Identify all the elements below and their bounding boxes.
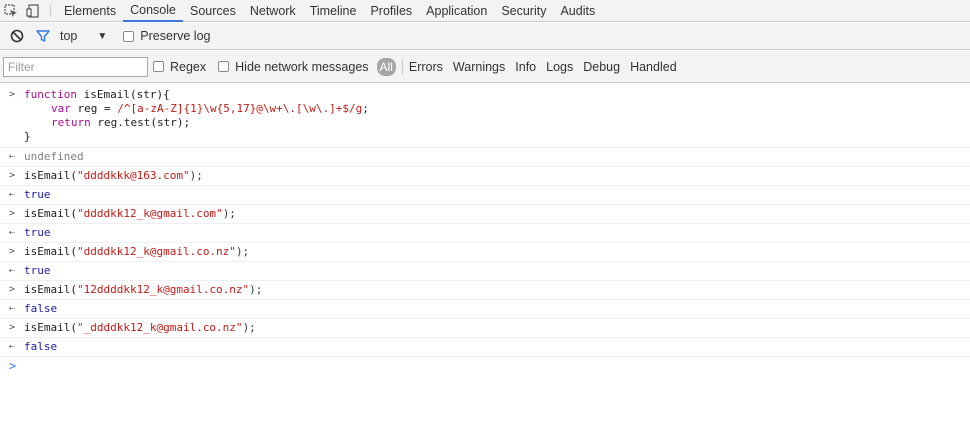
string-literal: "12ddddkk12_k@gmail.co.nz": [76, 283, 250, 296]
result-arrow-icon: ⇠: [9, 227, 16, 238]
console-result-message: ⇠ true: [0, 262, 970, 281]
result-value: true: [24, 264, 51, 277]
level-logs-button[interactable]: Logs: [546, 60, 573, 74]
code-text: reg =: [70, 102, 118, 115]
console-input-message: > isEmail("ddddkk12_k@gmail.co.nz");: [0, 243, 970, 262]
result-arrow-icon: ⇠: [9, 265, 16, 276]
result-value: true: [24, 188, 51, 201]
code-text: );: [242, 321, 256, 334]
code-text: isEmail(: [24, 207, 77, 220]
code-text: reg.test(str);: [90, 116, 191, 129]
code-text: );: [189, 169, 203, 182]
console-input-message: > isEmail("ddddkkk@163.com");: [0, 167, 970, 186]
tab-network[interactable]: Network: [243, 0, 303, 22]
code-text: );: [249, 283, 263, 296]
string-literal: "ddddkk12_k@gmail.co.nz": [76, 245, 236, 258]
code-text: );: [235, 245, 250, 258]
keyword: var: [51, 102, 71, 115]
level-warnings-button[interactable]: Warnings: [453, 60, 505, 74]
result-value: undefined: [24, 150, 84, 163]
console-result-message: ⇠ true: [0, 224, 970, 243]
tab-sources[interactable]: Sources: [183, 0, 243, 22]
divider: [401, 58, 403, 75]
tab-application[interactable]: Application: [419, 0, 494, 22]
result-arrow-icon: ⇠: [9, 303, 16, 314]
hide-network-label: Hide network messages: [235, 59, 369, 74]
console-prompt[interactable]: >: [0, 357, 970, 377]
level-debug-button[interactable]: Debug: [583, 60, 620, 74]
code-text: isEmail(: [24, 245, 77, 258]
code-text: isEmail(: [24, 283, 77, 296]
devtools-tabbar: Elements Console Sources Network Timelin…: [0, 0, 970, 22]
console-result-message: ⇠ true: [0, 186, 970, 205]
tab-profiles[interactable]: Profiles: [363, 0, 419, 22]
console-result-message: ⇠ false: [0, 300, 970, 319]
code-text: isEmail(: [24, 169, 77, 182]
result-arrow-icon: ⇠: [9, 151, 16, 162]
hide-network-checkbox[interactable]: [218, 61, 230, 72]
code-text: }: [24, 130, 31, 143]
level-all-button[interactable]: All: [376, 57, 396, 76]
hide-network-toggle[interactable]: Hide network messages: [218, 60, 374, 74]
result-value: false: [24, 340, 58, 353]
inspect-element-icon[interactable]: [0, 0, 22, 22]
input-chevron-icon: >: [9, 246, 16, 257]
tab-elements[interactable]: Elements: [57, 0, 123, 22]
result-arrow-icon: ⇠: [9, 189, 16, 200]
code-text: isEmail(: [24, 321, 77, 334]
console-toolbar: top ▼ Preserve log: [0, 23, 970, 50]
tab-audits[interactable]: Audits: [553, 0, 602, 22]
console-output[interactable]: > function isEmail(str){ var reg = /^[a-…: [0, 84, 970, 447]
code-line: return reg.test(str);: [24, 116, 970, 130]
keyword: return: [51, 116, 91, 129]
console-result-message: ⇠ undefined: [0, 148, 970, 167]
input-chevron-icon: >: [9, 284, 16, 295]
console-filter-bar: Regex Hide network messages All Errors W…: [0, 51, 970, 83]
console-input-message: > function isEmail(str){ var reg = /^[a-…: [0, 84, 970, 148]
result-value: true: [24, 226, 51, 239]
level-errors-button[interactable]: Errors: [409, 60, 443, 74]
console-input-message: > isEmail("ddddkk12_k@gmail.com");: [0, 205, 970, 224]
string-literal: "ddddkkk@163.com": [76, 169, 190, 182]
regex-checkbox[interactable]: [153, 61, 164, 72]
preserve-log-label: Preserve log: [140, 29, 211, 43]
input-chevron-icon: >: [9, 208, 16, 219]
input-chevron-icon: >: [9, 89, 16, 100]
regex-literal: /^[a-zA-Z]{1}\w{5,17}@\w+\.[\w\.]+$/g: [117, 102, 363, 115]
console-input-message: > isEmail("12ddddkk12_k@gmail.co.nz");: [0, 281, 970, 300]
input-chevron-icon: >: [9, 322, 16, 333]
input-chevron-icon: >: [9, 170, 16, 181]
result-value: false: [24, 302, 58, 315]
code-line: }: [24, 130, 970, 144]
tab-console[interactable]: Console: [123, 0, 183, 22]
preserve-log-checkbox[interactable]: [123, 30, 135, 42]
console-result-message: ⇠ false: [0, 338, 970, 357]
chevron-down-icon[interactable]: ▼: [97, 31, 107, 42]
tab-security[interactable]: Security: [494, 0, 553, 22]
filter-icon[interactable]: [32, 25, 54, 47]
code-text: ;: [362, 102, 369, 115]
divider: [50, 4, 51, 17]
keyword: function: [24, 88, 77, 101]
level-info-button[interactable]: Info: [515, 60, 536, 74]
level-handled-button[interactable]: Handled: [630, 60, 677, 74]
string-literal: "_ddddkk12_k@gmail.co.nz": [76, 321, 243, 334]
prompt-chevron-icon: >: [9, 359, 17, 373]
console-input-message: > isEmail("_ddddkk12_k@gmail.co.nz");: [0, 319, 970, 338]
clear-console-icon[interactable]: [6, 25, 28, 47]
code-text: isEmail(str){: [76, 88, 170, 101]
result-arrow-icon: ⇠: [9, 341, 16, 352]
code-text: );: [222, 207, 236, 220]
device-toolbar-icon[interactable]: [22, 0, 44, 22]
filter-input[interactable]: [3, 56, 148, 77]
tab-timeline[interactable]: Timeline: [303, 0, 364, 22]
execution-context-select[interactable]: top: [60, 29, 77, 43]
preserve-log-toggle[interactable]: Preserve log: [123, 29, 210, 43]
regex-toggle[interactable]: Regex: [153, 60, 212, 74]
regex-label: Regex: [170, 59, 207, 74]
string-literal: "ddddkk12_k@gmail.com": [76, 207, 223, 220]
code-line: var reg = /^[a-zA-Z]{1}\w{5,17}@\w+\.[\w…: [24, 102, 970, 116]
code-line: function isEmail(str){: [24, 88, 970, 102]
